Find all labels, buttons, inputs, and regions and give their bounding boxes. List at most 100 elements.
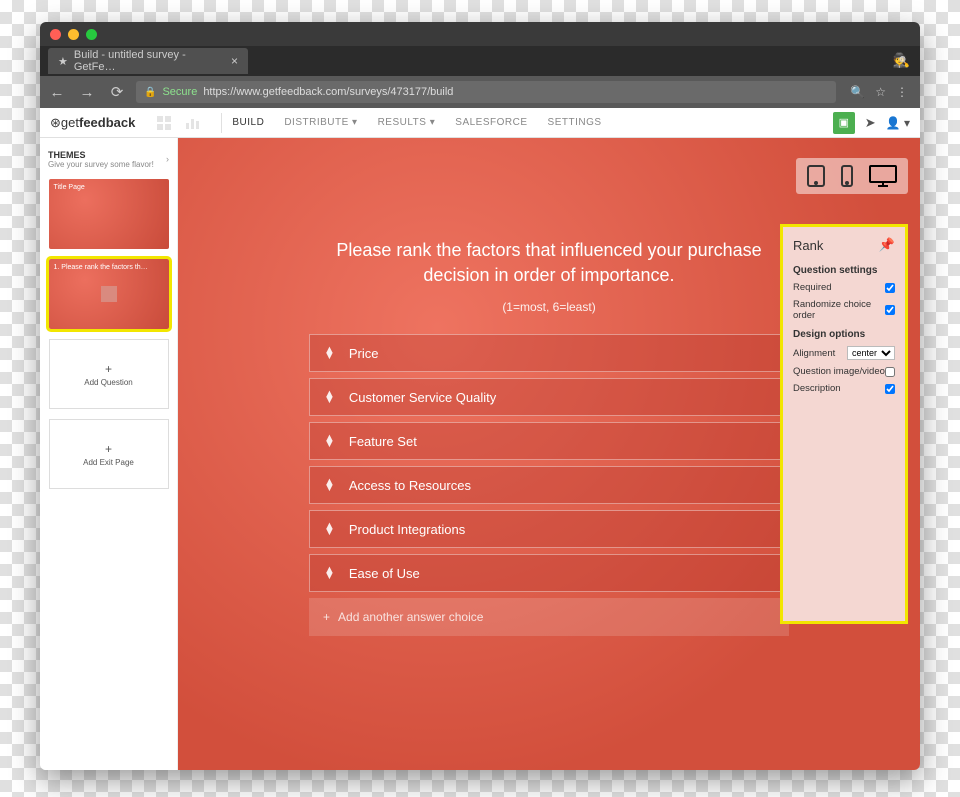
panel-section-question: Question settings <box>793 265 895 276</box>
phone-icon[interactable] <box>840 164 854 188</box>
send-icon[interactable]: ➤ <box>865 115 876 131</box>
choice-label: Ease of Use <box>349 566 420 581</box>
drag-handle-icon[interactable]: ▲▼ <box>324 347 335 359</box>
settings-panel: Rank 📌 Question settings Required Random… <box>780 224 908 624</box>
window-minimize-icon[interactable] <box>68 29 79 40</box>
lock-icon: 🔒 <box>144 87 156 98</box>
choice-item[interactable]: ▲▼ Product Integrations <box>309 510 789 548</box>
user-menu[interactable]: 👤 ▾ <box>886 116 910 130</box>
survey-canvas: Please rank the factors that influenced … <box>178 138 920 770</box>
setting-question-image: Question image/video <box>793 366 895 377</box>
choice-label: Price <box>349 346 379 361</box>
drag-handle-icon[interactable]: ▲▼ <box>324 391 335 403</box>
description-checkbox[interactable] <box>885 384 895 394</box>
slide-thumb-title-page[interactable]: Title Page <box>49 179 169 249</box>
chevron-down-icon: ▾ <box>352 117 358 128</box>
choice-item[interactable]: ▲▼ Customer Service Quality <box>309 378 789 416</box>
themes-section[interactable]: THEMES Give your survey some flavor! › <box>46 146 171 179</box>
reload-button[interactable]: ⟳ <box>106 83 128 101</box>
window-close-icon[interactable] <box>50 29 61 40</box>
setting-label: Randomize choice order <box>793 299 885 321</box>
plus-icon: + <box>323 610 330 624</box>
setting-label: Question image/video <box>793 366 885 377</box>
tab-title: Build - untitled survey - GetFe… <box>74 49 223 73</box>
zoom-icon[interactable]: 🔍 <box>850 85 865 99</box>
chevron-right-icon: › <box>166 154 169 164</box>
add-exit-page-button[interactable]: + Add Exit Page <box>49 419 169 489</box>
choice-label: Product Integrations <box>349 522 465 537</box>
choice-item[interactable]: ▲▼ Feature Set <box>309 422 789 460</box>
browser-tab[interactable]: ★ Build - untitled survey - GetFe… × <box>48 48 248 74</box>
nav-results[interactable]: RESULTS ▾ <box>378 117 436 128</box>
tab-close-icon[interactable]: × <box>231 54 238 68</box>
required-checkbox[interactable] <box>885 283 895 293</box>
browser-window: ★ Build - untitled survey - GetFe… × 🕵 ←… <box>40 22 920 770</box>
nav-settings[interactable]: SETTINGS <box>548 117 602 128</box>
choice-item[interactable]: ▲▼ Ease of Use <box>309 554 789 592</box>
plus-icon: + <box>105 442 112 456</box>
question-block[interactable]: Please rank the factors that influenced … <box>309 238 789 314</box>
drag-handle-icon[interactable]: ▲▼ <box>324 479 335 491</box>
back-button[interactable]: ← <box>46 84 68 101</box>
app-bar: ⊛getfeedback BUILD DISTRIBUTE ▾ RESULTS … <box>40 108 920 138</box>
chevron-down-icon: ▾ <box>430 117 436 128</box>
tablet-icon[interactable] <box>806 164 826 188</box>
grid-view-icon[interactable] <box>155 114 173 132</box>
window-maximize-icon[interactable] <box>86 29 97 40</box>
choice-item[interactable]: ▲▼ Price <box>309 334 789 372</box>
panel-title-row: Rank 📌 <box>793 237 895 253</box>
panel-title: Rank <box>793 238 823 253</box>
slide-thumb-question-1[interactable]: 1. Please rank the factors th… <box>49 259 169 329</box>
setting-description: Description <box>793 383 895 394</box>
main-nav: BUILD DISTRIBUTE ▾ RESULTS ▾ SALESFORCE … <box>232 117 601 128</box>
secure-label: Secure <box>162 86 197 98</box>
main-area: THEMES Give your survey some flavor! › T… <box>40 138 920 770</box>
thumb-label: Title Page <box>54 184 85 191</box>
url-text: https://www.getfeedback.com/surveys/4731… <box>203 86 453 98</box>
stats-icon[interactable] <box>183 114 201 132</box>
desktop-icon[interactable] <box>868 164 898 188</box>
question-hint: (1=most, 6=least) <box>309 300 789 314</box>
setting-randomize: Randomize choice order <box>793 299 895 321</box>
nav-salesforce[interactable]: SALESFORCE <box>455 117 527 128</box>
themes-subtitle: Give your survey some flavor! <box>48 160 169 169</box>
choice-label: Feature Set <box>349 434 417 449</box>
themes-title: THEMES <box>48 150 169 160</box>
drag-handle-icon[interactable]: ▲▼ <box>324 567 335 579</box>
add-question-button[interactable]: + Add Question <box>49 339 169 409</box>
plus-icon: + <box>105 362 112 376</box>
device-preview-switcher <box>796 158 908 194</box>
choices-list: ▲▼ Price ▲▼ Customer Service Quality ▲▼ … <box>309 334 789 636</box>
upgrade-button[interactable]: ▣ <box>833 112 855 134</box>
drag-handle-icon[interactable]: ▲▼ <box>324 523 335 535</box>
sidebar: THEMES Give your survey some flavor! › T… <box>40 138 178 770</box>
randomize-checkbox[interactable] <box>885 305 895 315</box>
forward-button[interactable]: → <box>76 84 98 101</box>
address-box[interactable]: 🔒 Secure https://www.getfeedback.com/sur… <box>136 81 836 103</box>
favicon-star-icon: ★ <box>58 55 68 68</box>
setting-label: Alignment <box>793 348 835 359</box>
logo[interactable]: ⊛getfeedback <box>50 115 135 131</box>
drag-handle-icon[interactable]: ▲▼ <box>324 435 335 447</box>
setting-alignment: Alignment center <box>793 346 895 360</box>
qimage-checkbox[interactable] <box>885 367 895 377</box>
setting-label: Required <box>793 282 832 293</box>
add-exit-label: Add Exit Page <box>83 458 134 467</box>
url-bar: ← → ⟳ 🔒 Secure https://www.getfeedback.c… <box>40 76 920 108</box>
question-text: Please rank the factors that influenced … <box>309 238 789 288</box>
setting-required: Required <box>793 282 895 293</box>
incognito-icon: 🕵 <box>893 52 910 69</box>
pin-icon[interactable]: 📌 <box>879 237 895 253</box>
rank-icon <box>101 286 117 302</box>
choice-item[interactable]: ▲▼ Access to Resources <box>309 466 789 504</box>
alignment-select[interactable]: center <box>847 346 895 360</box>
choice-label: Access to Resources <box>349 478 471 493</box>
bookmark-star-icon[interactable]: ☆ <box>875 85 886 99</box>
add-question-label: Add Question <box>84 378 132 387</box>
nav-build[interactable]: BUILD <box>232 117 264 128</box>
add-choice-label: Add another answer choice <box>338 610 483 624</box>
tab-strip: ★ Build - untitled survey - GetFe… × 🕵 <box>40 46 920 76</box>
nav-distribute[interactable]: DISTRIBUTE ▾ <box>284 117 357 128</box>
add-choice-button[interactable]: + Add another answer choice <box>309 598 789 636</box>
menu-dots-icon[interactable]: ⋮ <box>896 85 908 99</box>
